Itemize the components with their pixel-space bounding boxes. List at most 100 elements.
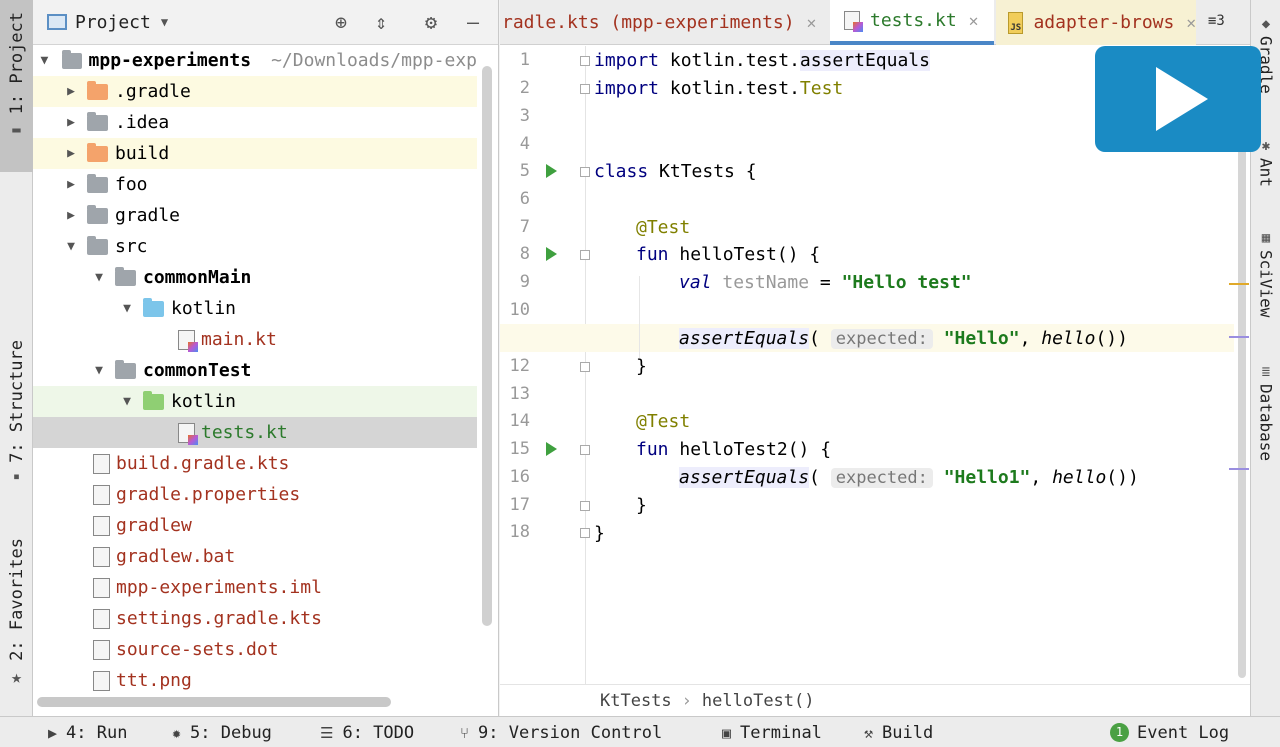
collapse-arrow-icon[interactable]: ▶: [61, 146, 81, 161]
source-folder-icon: [143, 297, 164, 317]
locate-icon[interactable]: ⊕: [335, 10, 347, 34]
run-test-icon[interactable]: [546, 247, 557, 261]
expand-arrow-icon[interactable]: ▼: [35, 53, 54, 68]
tree-row[interactable]: source-sets.dot: [33, 634, 477, 665]
tree-row[interactable]: gradlew: [33, 510, 477, 541]
tree-horizontal-scrollbar[interactable]: [37, 697, 391, 707]
tree-row[interactable]: ▼ commonMain: [33, 262, 477, 293]
tool-tab-database[interactable]: ≣ Database: [1251, 364, 1280, 461]
collapse-arrow-icon[interactable]: ▶: [61, 177, 81, 192]
editor-tab[interactable]: JS adapter-brows ✕: [996, 0, 1196, 45]
tool-tab-sciview[interactable]: ▦ SciView: [1251, 230, 1280, 317]
tree-row[interactable]: ▼ src: [33, 231, 477, 262]
warning-stripe[interactable]: [1229, 283, 1249, 285]
text-file-icon: [93, 639, 110, 660]
vcs-tool-button[interactable]: ⑂ 9: Version Control: [460, 717, 662, 747]
tool-tab-structure[interactable]: 7: Structure ▪: [0, 340, 33, 500]
expand-arrow-icon[interactable]: ▼: [89, 363, 109, 378]
tree-row[interactable]: mpp-experiments.iml: [33, 572, 477, 603]
tree-label: kotlin: [171, 298, 237, 319]
line-number: 6: [519, 189, 530, 209]
todo-tool-button[interactable]: ☰ 6: TODO: [320, 717, 414, 747]
tree-row[interactable]: gradle.properties: [33, 479, 477, 510]
properties-file-icon: [93, 484, 110, 505]
collapse-arrow-icon[interactable]: ▶: [61, 115, 81, 130]
highlight-stripe[interactable]: [1229, 336, 1249, 338]
line-number: 7: [519, 217, 530, 237]
expand-arrow-icon[interactable]: ▼: [61, 239, 81, 254]
shell-script-icon: [93, 515, 110, 536]
tree-row[interactable]: build.gradle.kts: [33, 448, 477, 479]
tool-tab-project[interactable]: 1: Project ▬: [0, 0, 33, 172]
tree-row-selected[interactable]: tests.kt: [33, 417, 477, 448]
js-file-icon: JS: [1008, 11, 1024, 34]
code-line-17: }: [636, 495, 647, 516]
line-number: 13: [509, 384, 530, 404]
event-count-badge: 1: [1110, 723, 1129, 742]
tree-row[interactable]: gradlew.bat: [33, 541, 477, 572]
gear-icon[interactable]: ⚙: [425, 10, 437, 34]
run-test-icon[interactable]: [546, 164, 557, 178]
tree-row-root[interactable]: ▼ mpp-experiments ~/Downloads/mpp-exp: [33, 45, 477, 76]
iml-file-icon: [93, 577, 110, 598]
collapse-all-icon[interactable]: ⇕: [375, 10, 387, 34]
tree-row[interactable]: ▼ kotlin: [33, 386, 477, 417]
tree-vertical-scrollbar[interactable]: [482, 66, 492, 626]
kotlin-file-icon: [844, 11, 863, 32]
expand-arrow-icon[interactable]: ▼: [89, 270, 109, 285]
module-folder-icon: [61, 49, 82, 69]
editor-tab[interactable]: radle.kts (mpp-experiments) ✕: [500, 0, 828, 45]
highlight-stripe[interactable]: [1229, 468, 1249, 470]
tree-row[interactable]: main.kt: [33, 324, 477, 355]
debug-tool-button[interactable]: ✹ 5: Debug: [172, 717, 272, 747]
tree-row[interactable]: ▶ build: [33, 138, 477, 169]
tree-row[interactable]: ▶ foo: [33, 169, 477, 200]
tree-label: source-sets.dot: [116, 639, 279, 660]
event-log-button[interactable]: 1 Event Log: [1110, 717, 1229, 747]
tree-row[interactable]: settings.gradle.kts: [33, 603, 477, 634]
terminal-tool-button[interactable]: ▣ Terminal: [722, 717, 822, 747]
tree-label: .idea: [115, 112, 170, 133]
terminal-icon: ▣: [722, 723, 732, 742]
tree-row[interactable]: ▼ kotlin: [33, 293, 477, 324]
hide-icon[interactable]: —: [467, 10, 479, 34]
todo-tool-label: 6: TODO: [342, 722, 415, 743]
collapse-arrow-icon[interactable]: ▶: [61, 84, 81, 99]
tab-overflow-menu[interactable]: ≡3: [1208, 13, 1225, 29]
line-number: 18: [509, 522, 530, 542]
tree-row[interactable]: ttt.png: [33, 665, 477, 696]
tool-tab-project-label: 1: Project: [6, 12, 27, 115]
tree-label: mpp-experiments: [88, 50, 252, 71]
text-file-icon: [93, 546, 110, 567]
star-icon: ★: [11, 666, 22, 688]
editor-tab-active[interactable]: tests.kt ✕: [830, 0, 994, 45]
gradle-icon: ◆: [1261, 16, 1271, 32]
expand-arrow-icon[interactable]: ▼: [117, 394, 137, 409]
play-icon: ▶: [48, 723, 58, 742]
build-tool-button[interactable]: ⚒ Build: [864, 717, 933, 747]
tree-row[interactable]: ▶ .gradle: [33, 76, 477, 107]
run-test-icon[interactable]: [546, 442, 557, 456]
folder-icon: [87, 173, 108, 193]
code-line-16: assertEquals( expected: "Hello1", hello(…: [679, 467, 1139, 488]
tree-label: commonMain: [143, 267, 252, 288]
play-video-button[interactable]: [1095, 46, 1261, 152]
tool-tab-favorites[interactable]: 2: Favorites ★: [0, 538, 33, 698]
tab-label: radle.kts (mpp-experiments): [502, 12, 795, 33]
run-tool-button[interactable]: ▶ 4: Run: [48, 717, 127, 747]
collapse-arrow-icon[interactable]: ▶: [61, 208, 81, 223]
chevron-down-icon[interactable]: ▼: [161, 15, 168, 29]
close-icon[interactable]: ✕: [807, 13, 817, 32]
tree-row[interactable]: ▼ commonTest: [33, 355, 477, 386]
hammer-icon: ⚒: [864, 723, 874, 742]
expand-arrow-icon[interactable]: ▼: [117, 301, 137, 316]
close-icon[interactable]: ✕: [969, 11, 979, 30]
close-icon[interactable]: ✕: [1186, 13, 1196, 32]
event-log-label: Event Log: [1137, 722, 1230, 743]
tree-row[interactable]: ▶ .idea: [33, 107, 477, 138]
tree-row[interactable]: ▶ gradle: [33, 200, 477, 231]
breadcrumb-class[interactable]: KtTests: [600, 691, 672, 711]
project-panel-title[interactable]: Project: [75, 12, 151, 33]
breadcrumb-method[interactable]: helloTest(): [702, 691, 815, 711]
code-line-11: assertEquals( expected: "Hello", hello()…: [679, 328, 1128, 349]
